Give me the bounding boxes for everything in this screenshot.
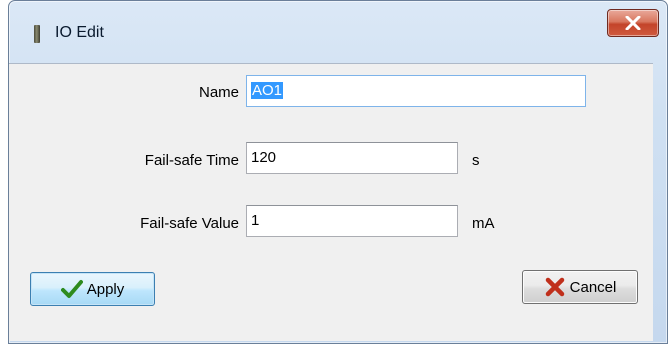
cancel-button[interactable]: Cancel [522, 270, 638, 304]
failsafe-time-value: 120 [251, 149, 277, 166]
name-input-value: AO1 [251, 82, 284, 99]
failsafe-time-label: Fail-safe Time [144, 152, 239, 169]
window-title: IO Edit [55, 24, 104, 41]
close-x-icon [625, 16, 641, 30]
checkmark-icon [60, 280, 83, 298]
failsafe-value-label: Fail-safe Value [140, 215, 239, 232]
failsafe-time-input[interactable]: 120 [246, 142, 458, 174]
failsafe-time-unit: s [472, 152, 480, 169]
red-x-icon [545, 277, 564, 297]
title-bar[interactable]: IO Edit [9, 1, 667, 63]
cancel-button-label: Cancel [569, 278, 617, 296]
apply-button-label: Apply [86, 280, 125, 298]
name-label: Name [198, 84, 239, 101]
io-module-icon [34, 25, 40, 43]
close-button[interactable] [607, 9, 659, 37]
name-input[interactable]: AO1 [246, 75, 586, 107]
failsafe-value-input[interactable]: 1 [246, 205, 458, 237]
failsafe-value-value: 1 [251, 212, 260, 229]
apply-button[interactable]: Apply [30, 272, 155, 306]
failsafe-value-unit: mA [472, 215, 495, 232]
